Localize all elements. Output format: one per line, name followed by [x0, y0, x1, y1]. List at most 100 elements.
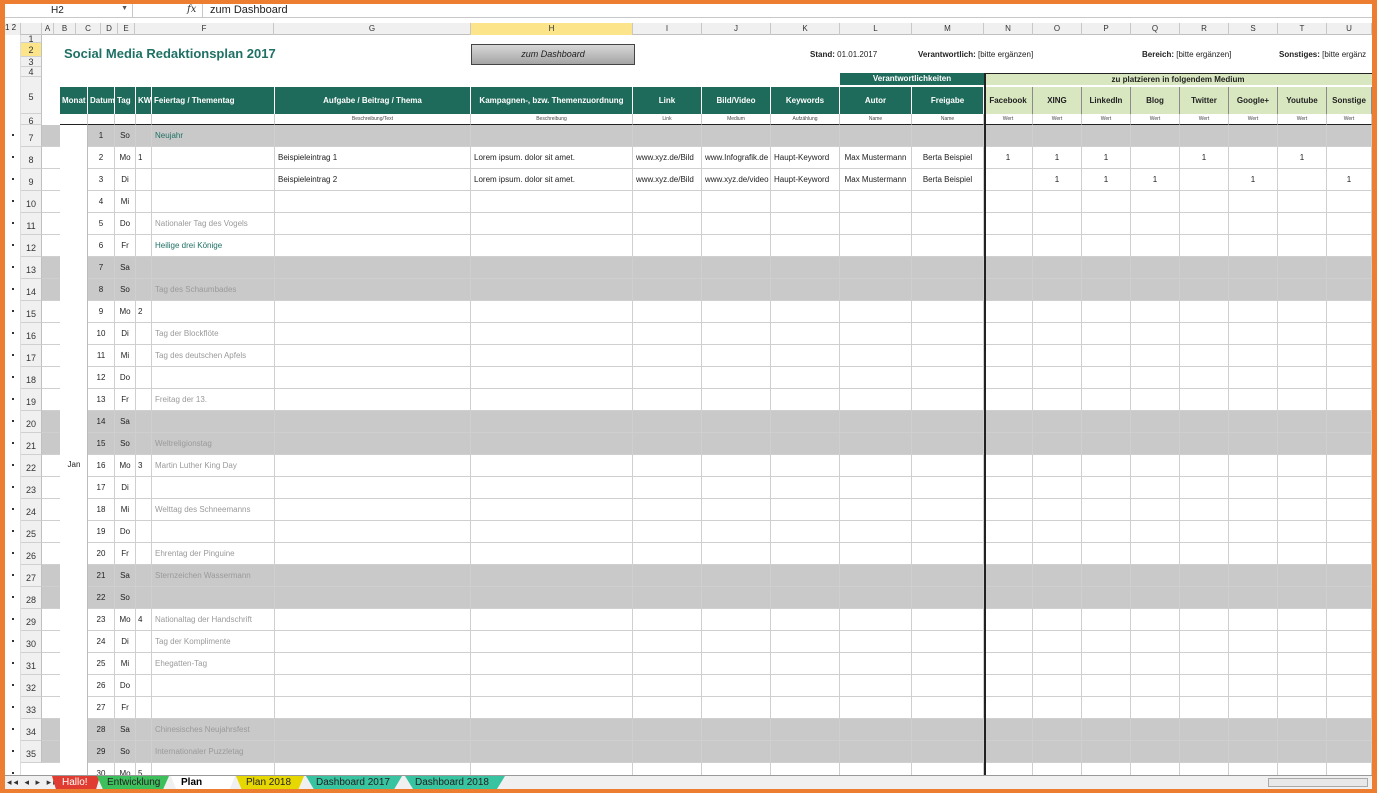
cell-facebook[interactable] — [984, 213, 1033, 234]
cell-blog[interactable] — [1131, 235, 1180, 256]
sheet-tab[interactable]: Entwicklung — [97, 776, 169, 789]
cell-linkedin[interactable] — [1082, 301, 1131, 322]
cell-twitter[interactable] — [1180, 323, 1229, 344]
cell-youtube[interactable] — [1278, 455, 1327, 476]
cell-kampagne[interactable]: Lorem ipsum. dolor sit amet. — [471, 169, 633, 190]
cell-bild[interactable] — [702, 125, 771, 146]
cell-datum[interactable]: 22 — [88, 587, 115, 608]
cell-datum[interactable]: 8 — [88, 279, 115, 300]
cell-bild[interactable] — [702, 389, 771, 410]
cell-youtube[interactable] — [1278, 279, 1327, 300]
table-row[interactable]: 25 Mi Ehegatten-Tag — [42, 653, 1372, 675]
cell-feiertag[interactable]: Sternzeichen Wassermann — [152, 565, 275, 586]
cell-keywords[interactable] — [771, 411, 840, 432]
row-header[interactable]: 4 — [21, 67, 42, 77]
cell-xing[interactable] — [1033, 191, 1082, 212]
cell-sonstige[interactable] — [1327, 235, 1372, 256]
cell-facebook[interactable] — [984, 587, 1033, 608]
cell-googleplus[interactable] — [1229, 235, 1278, 256]
cell-googleplus[interactable] — [1229, 697, 1278, 718]
cell-keywords[interactable] — [771, 367, 840, 388]
cell-bild[interactable] — [702, 455, 771, 476]
cell-keywords[interactable] — [771, 191, 840, 212]
cell-bild[interactable] — [702, 609, 771, 630]
row-header[interactable]: 22 — [21, 455, 42, 477]
cell-aufgabe[interactable] — [275, 235, 471, 256]
cell-xing[interactable] — [1033, 719, 1082, 740]
cell-tag[interactable]: Do — [115, 213, 136, 234]
row-header[interactable]: 26 — [21, 543, 42, 565]
cell-youtube[interactable] — [1278, 719, 1327, 740]
cell-datum[interactable]: 19 — [88, 521, 115, 542]
cell-bild[interactable] — [702, 719, 771, 740]
cell-datum[interactable]: 21 — [88, 565, 115, 586]
cell-blog[interactable] — [1131, 301, 1180, 322]
column-header-p[interactable]: P — [1082, 23, 1131, 35]
cell-feiertag[interactable]: Ehrentag der Pinguine — [152, 543, 275, 564]
row-header[interactable]: 8 — [21, 147, 42, 169]
table-row[interactable]: 20 Fr Ehrentag der Pinguine — [42, 543, 1372, 565]
cell-sonstige[interactable] — [1327, 631, 1372, 652]
row-header[interactable]: 9 — [21, 169, 42, 191]
cell-tag[interactable]: So — [115, 125, 136, 146]
cell-datum[interactable]: 24 — [88, 631, 115, 652]
cell-googleplus[interactable] — [1229, 389, 1278, 410]
cell-keywords[interactable] — [771, 741, 840, 762]
cell-link[interactable] — [633, 389, 702, 410]
cell-googleplus[interactable] — [1229, 455, 1278, 476]
cell-blog[interactable] — [1131, 741, 1180, 762]
row-header[interactable]: 20 — [21, 411, 42, 433]
cell-link[interactable] — [633, 411, 702, 432]
cell-feiertag[interactable]: Nationaltag der Handschrift — [152, 609, 275, 630]
table-row[interactable]: 15 So Weltreligionstag — [42, 433, 1372, 455]
cell-youtube[interactable] — [1278, 389, 1327, 410]
column-header-a[interactable]: A — [42, 23, 54, 35]
cell-xing[interactable] — [1033, 389, 1082, 410]
cell-kw[interactable] — [136, 543, 152, 564]
cell-link[interactable] — [633, 345, 702, 366]
column-header-g[interactable]: G — [274, 23, 471, 35]
row-header[interactable]: 25 — [21, 521, 42, 543]
cell-aufgabe[interactable] — [275, 543, 471, 564]
cell-tag[interactable]: So — [115, 279, 136, 300]
cell-datum[interactable]: 7 — [88, 257, 115, 278]
cell-feiertag[interactable] — [152, 477, 275, 498]
sheet-tab[interactable]: Plan 2017 — [171, 776, 235, 789]
cell-autor[interactable] — [840, 499, 912, 520]
cell-facebook[interactable] — [984, 499, 1033, 520]
cell-linkedin[interactable] — [1082, 697, 1131, 718]
cell-tag[interactable]: So — [115, 433, 136, 454]
cell-facebook[interactable] — [984, 235, 1033, 256]
row-header[interactable]: 7 — [21, 125, 42, 147]
cell-kampagne[interactable] — [471, 191, 633, 212]
table-row[interactable]: 16 Mo 3 Martin Luther King Day — [42, 455, 1372, 477]
cell-youtube[interactable] — [1278, 675, 1327, 696]
cell-datum[interactable]: 5 — [88, 213, 115, 234]
cell-kw[interactable] — [136, 411, 152, 432]
cell-freigabe[interactable] — [912, 345, 984, 366]
cell-bild[interactable] — [702, 213, 771, 234]
cell-kw[interactable]: 3 — [136, 455, 152, 476]
cell-blog[interactable] — [1131, 675, 1180, 696]
cell-xing[interactable] — [1033, 345, 1082, 366]
cell-linkedin[interactable] — [1082, 125, 1131, 146]
cell-freigabe[interactable] — [912, 587, 984, 608]
cell-autor[interactable] — [840, 631, 912, 652]
cell-aufgabe[interactable]: Beispieleintrag 1 — [275, 147, 471, 168]
cell-bild[interactable] — [702, 521, 771, 542]
cell-datum[interactable]: 13 — [88, 389, 115, 410]
cell-xing[interactable] — [1033, 565, 1082, 586]
cell-tag[interactable]: Mi — [115, 345, 136, 366]
cell-xing[interactable] — [1033, 455, 1082, 476]
cell-autor[interactable] — [840, 411, 912, 432]
cell-datum[interactable]: 25 — [88, 653, 115, 674]
chevron-down-icon[interactable]: ▼ — [121, 5, 128, 12]
row-header[interactable]: 2 — [21, 43, 42, 57]
cell-keywords[interactable]: Haupt-Keyword — [771, 147, 840, 168]
cell-feiertag[interactable] — [152, 697, 275, 718]
cell-freigabe[interactable] — [912, 741, 984, 762]
cell-aufgabe[interactable] — [275, 191, 471, 212]
cell-autor[interactable] — [840, 257, 912, 278]
cell-xing[interactable] — [1033, 367, 1082, 388]
cell-link[interactable]: www.xyz.de/Bild — [633, 147, 702, 168]
